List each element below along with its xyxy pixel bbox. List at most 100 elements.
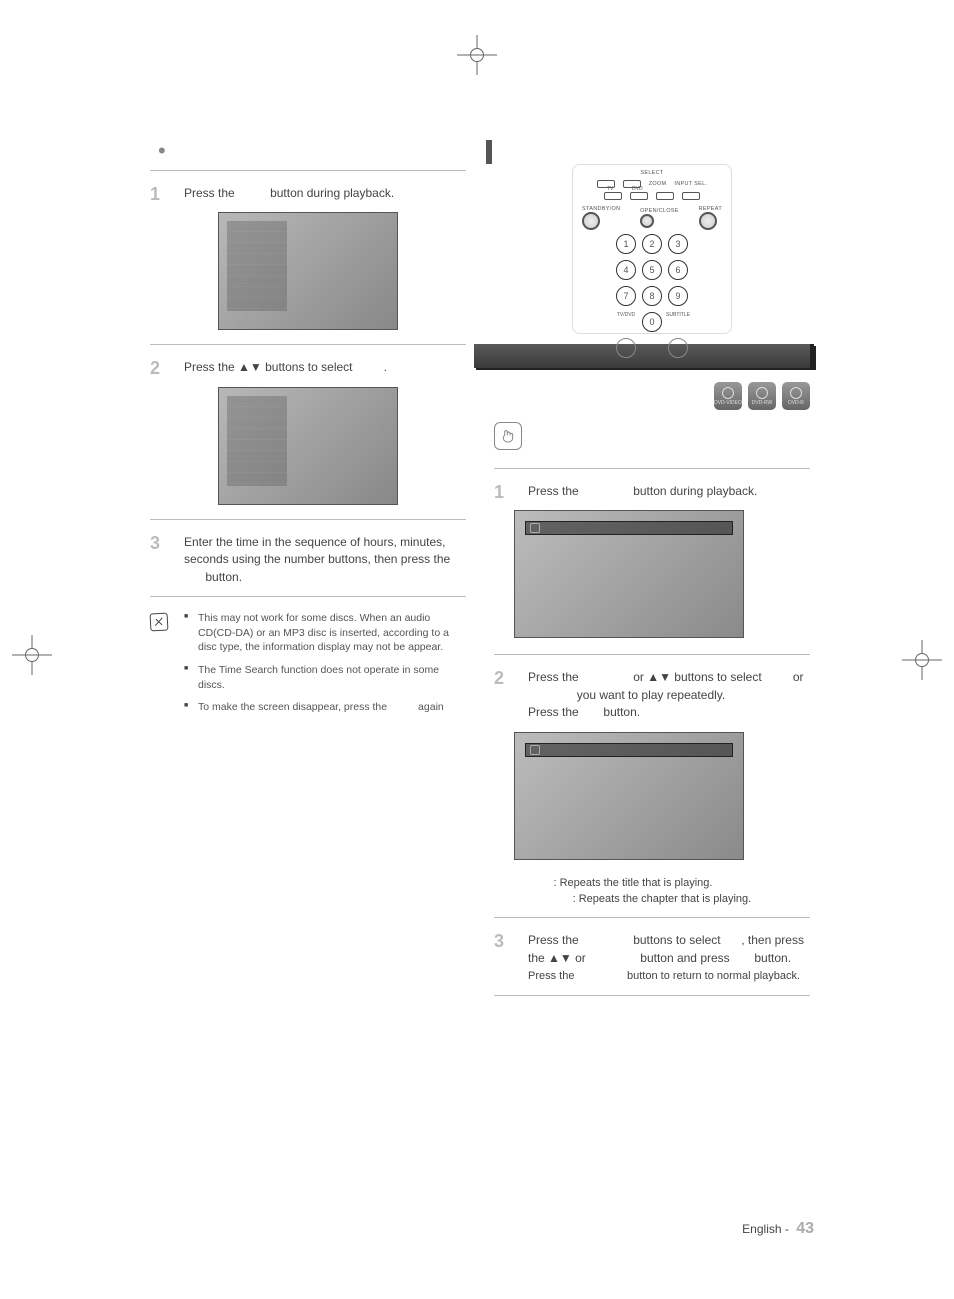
note-item: This may not work for some discs. When a… bbox=[184, 611, 466, 655]
open-close-button bbox=[640, 214, 654, 228]
ok-button-label: OK bbox=[582, 705, 600, 719]
osd-screenshot-1 bbox=[218, 212, 398, 330]
note-item: To make the screen disappear, press the … bbox=[184, 700, 466, 715]
step-text: button during playback. bbox=[270, 186, 394, 200]
standby-button bbox=[582, 212, 600, 230]
remote-label: ZOOM bbox=[649, 181, 667, 187]
disc-icon-dvd-r: DVD-R bbox=[782, 382, 810, 410]
remote-button bbox=[668, 338, 688, 358]
step-number: 2 bbox=[494, 665, 504, 691]
note-icon bbox=[150, 612, 169, 631]
remote-numpad: 1 2 3 4 5 6 7 8 9 TV/DVD 0 SUBTITLE bbox=[582, 234, 722, 358]
step-text: button to return to normal playback. bbox=[627, 970, 800, 982]
right-step-2: 2 Press the REPEAT or ▲▼ buttons to sele… bbox=[494, 669, 810, 721]
period: . bbox=[384, 360, 387, 374]
remote-numpad-3: 3 bbox=[668, 234, 688, 254]
section-bullet: • bbox=[150, 140, 466, 162]
column-marker bbox=[486, 140, 492, 164]
remote-operation-icon bbox=[494, 422, 522, 450]
remote-button bbox=[616, 338, 636, 358]
step-text: or bbox=[793, 670, 804, 684]
repeat-button-label: REPEAT bbox=[582, 484, 630, 498]
ok-button-label: OK bbox=[733, 951, 751, 965]
disc-icon-dvd-rw: DVD-RW bbox=[748, 382, 776, 410]
separator bbox=[494, 917, 810, 918]
step-number: 1 bbox=[150, 181, 160, 207]
chapter-label: Chapter bbox=[528, 893, 570, 905]
remote-numpad-5: 5 bbox=[642, 260, 662, 280]
step-number: 3 bbox=[150, 530, 160, 556]
step-text: Enter the time in the sequence of hours,… bbox=[184, 535, 450, 566]
note-text: again bbox=[418, 701, 444, 713]
step-text: button. bbox=[205, 570, 242, 584]
remote-label: TV/DVD bbox=[616, 312, 636, 332]
remote-button bbox=[656, 192, 674, 200]
step-number: 2 bbox=[150, 355, 160, 381]
info-button-label: INFO bbox=[390, 701, 415, 713]
cancel-button-label: CANCEL bbox=[578, 970, 624, 982]
disc-compatibility-icons: DVD-VIDEO DVD-RW DVD-R bbox=[494, 382, 810, 410]
right-column: SELECT ZOOM INPUT SEL. TV DVD STANDBY/O bbox=[494, 140, 810, 1010]
left-step-2: 2 Press the ▲▼ buttons to select Time. bbox=[150, 359, 466, 376]
step-text: button. bbox=[754, 951, 791, 965]
remote-numpad-2: 2 bbox=[642, 234, 662, 254]
separator bbox=[494, 468, 810, 469]
page-body: • 1 Press the INFO button during playbac… bbox=[150, 140, 810, 1010]
note-block: This may not work for some discs. When a… bbox=[150, 611, 466, 723]
page-footer: English - 43 bbox=[150, 1220, 814, 1238]
footer-language: English - bbox=[742, 1222, 789, 1236]
step-text: Press the bbox=[184, 186, 235, 200]
crop-mark-top bbox=[457, 35, 497, 75]
off-option: Off bbox=[724, 933, 741, 947]
osd-screenshot-repeat-2 bbox=[514, 732, 744, 860]
step-number: 3 bbox=[494, 928, 504, 954]
separator bbox=[494, 654, 810, 655]
remote-label: SUBTITLE bbox=[668, 312, 688, 332]
legend-text: : Repeats the title that is playing. bbox=[553, 877, 712, 889]
info-button-label: INFO bbox=[238, 186, 267, 200]
title-label: Title bbox=[528, 877, 550, 889]
left-step-3: 3 Enter the time in the sequence of hour… bbox=[150, 534, 466, 586]
remote-label: STANDBY/ON bbox=[582, 206, 620, 212]
step-text: you want to play repeatedly. bbox=[577, 688, 726, 702]
note-text: To make the screen disappear, press the bbox=[198, 701, 387, 713]
crop-mark-right bbox=[902, 640, 942, 680]
step-text: button and press bbox=[640, 951, 729, 965]
separator bbox=[150, 596, 466, 597]
repeat-button bbox=[699, 212, 717, 230]
disc-label: DVD-VIDEO bbox=[714, 400, 742, 406]
time-label: Time bbox=[356, 360, 384, 374]
remote-label: REPEAT bbox=[699, 206, 722, 212]
disc-label: DVD-R bbox=[788, 400, 804, 406]
disc-icon-dvd-video: DVD-VIDEO bbox=[714, 382, 742, 410]
remote-button bbox=[682, 192, 700, 200]
step-number: 1 bbox=[494, 479, 504, 505]
chapter-option: Chapter bbox=[528, 688, 573, 702]
remote-label: OPEN/CLOSE bbox=[640, 208, 679, 214]
step-text: Press the bbox=[528, 933, 579, 947]
separator bbox=[150, 519, 466, 520]
remote-numpad-6: 6 bbox=[668, 260, 688, 280]
right-step-3: 3 Press the REPEAT buttons to select Off… bbox=[494, 932, 810, 985]
left-column: • 1 Press the INFO button during playbac… bbox=[150, 140, 466, 1010]
remote-numpad-7: 7 bbox=[616, 286, 636, 306]
step-text: Press the bbox=[528, 705, 579, 719]
osd-screenshot-repeat-1 bbox=[514, 510, 744, 638]
step-text: buttons to select bbox=[633, 933, 720, 947]
footer-page-number: 43 bbox=[796, 1220, 814, 1237]
remote-numpad-0: 0 bbox=[642, 312, 662, 332]
remote-label: INPUT SEL. bbox=[674, 181, 707, 187]
osd-screenshot-2 bbox=[218, 387, 398, 505]
remote-control-illustration: SELECT ZOOM INPUT SEL. TV DVD STANDBY/O bbox=[572, 164, 732, 334]
left-step-1: 1 Press the INFO button during playback. bbox=[150, 185, 466, 202]
note-item: The Time Search function does not operat… bbox=[184, 663, 466, 692]
repeat-legend: Title : Repeats the title that is playin… bbox=[494, 876, 810, 908]
disc-label: DVD-RW bbox=[752, 400, 772, 406]
remote-numpad-4: 4 bbox=[616, 260, 636, 280]
title-option: Title bbox=[765, 670, 789, 684]
ok-button-label: OK bbox=[184, 570, 202, 584]
step-text: Press the bbox=[528, 970, 574, 982]
remote-numpad-9: 9 bbox=[668, 286, 688, 306]
remote-label: SELECT bbox=[640, 170, 663, 176]
step-text: Press the bbox=[528, 484, 579, 498]
